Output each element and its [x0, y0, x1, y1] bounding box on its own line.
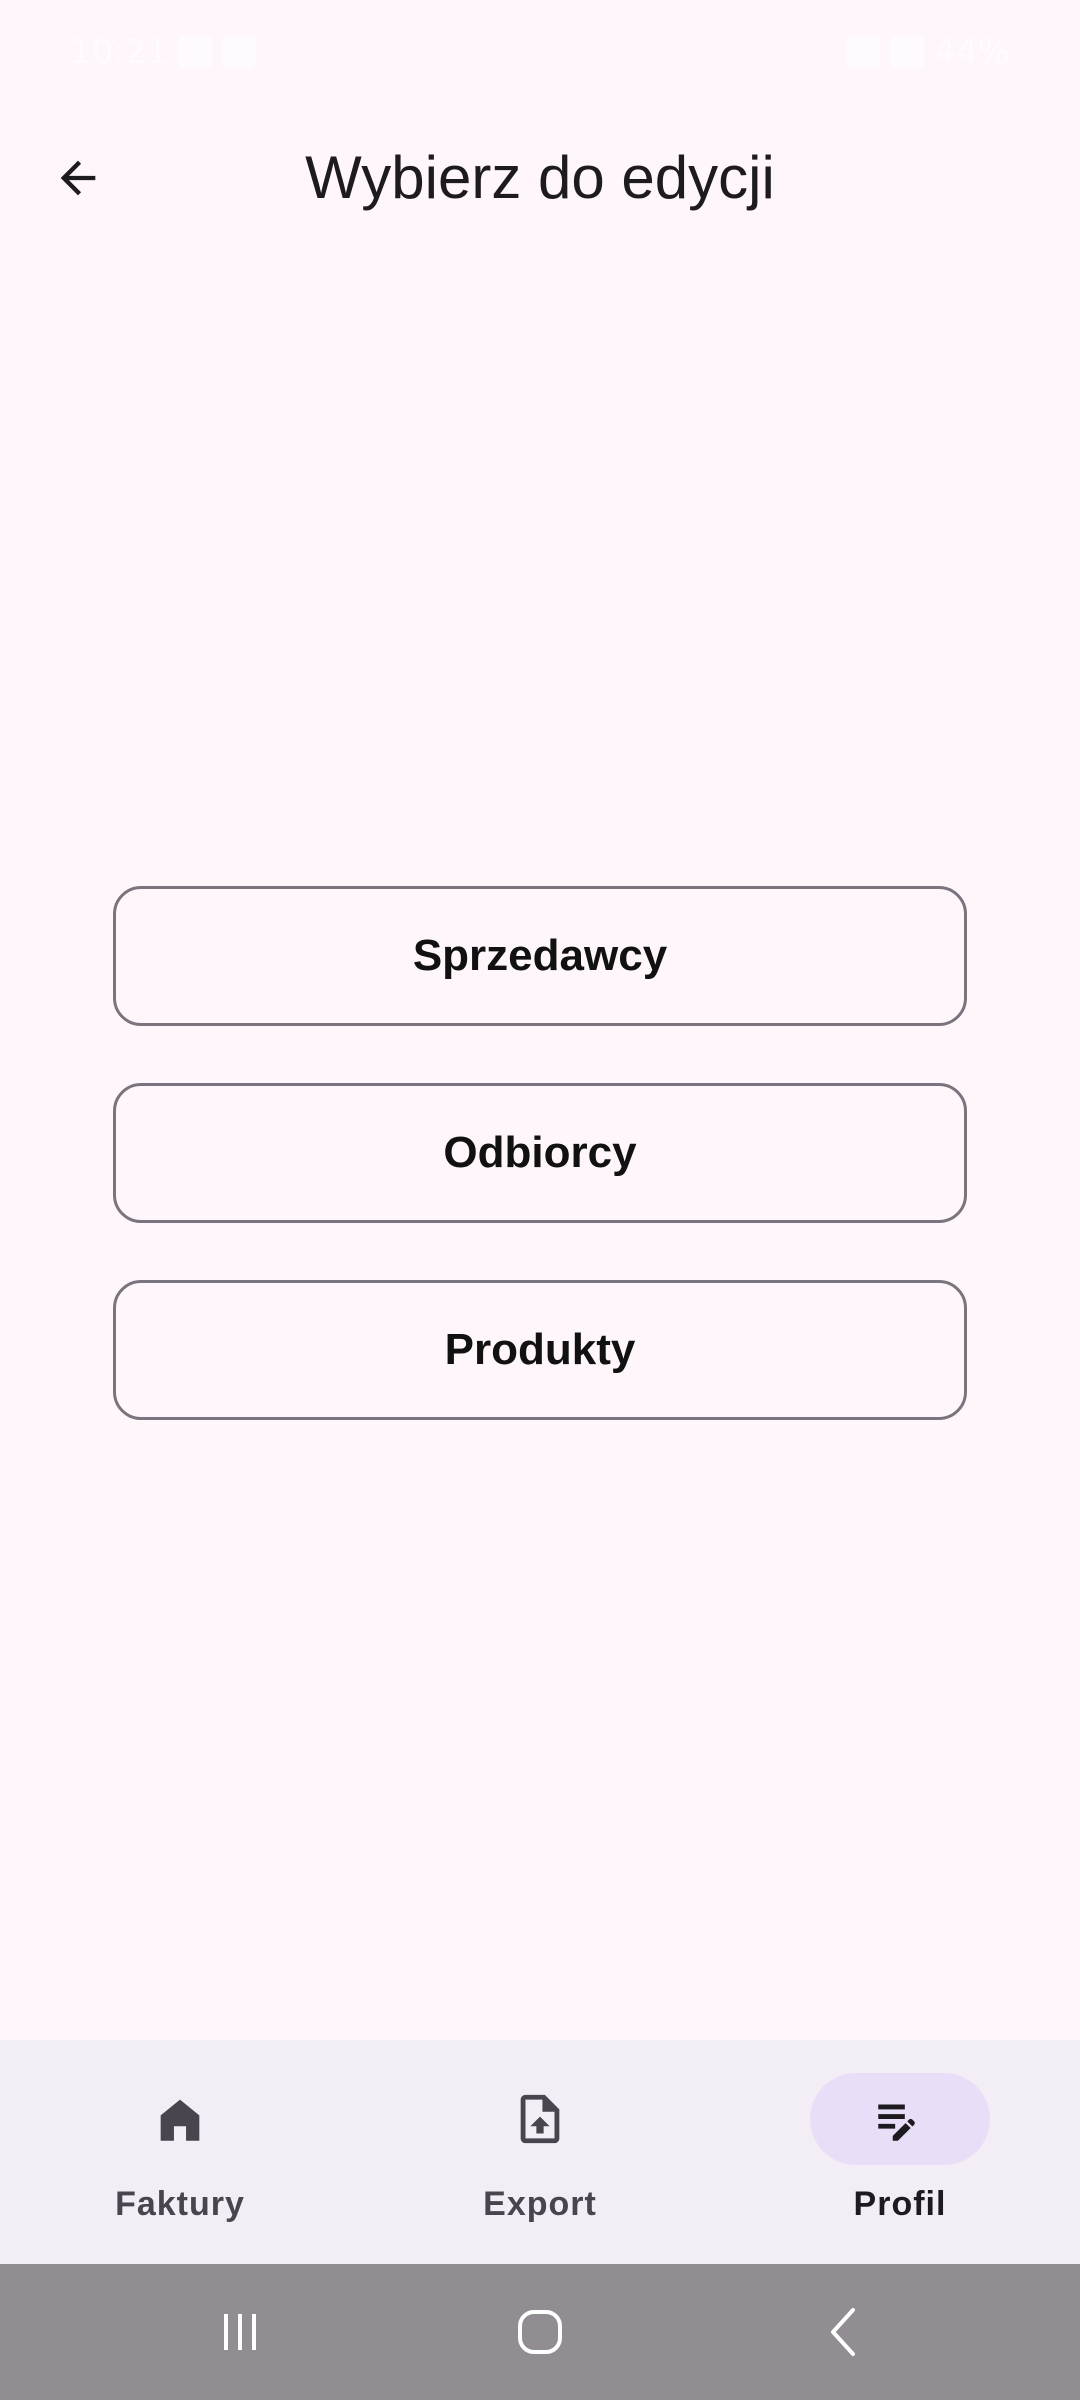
edit-options: Sprzedawcy Odbiorcy Produkty	[113, 886, 967, 1477]
nav-icon-container	[450, 2073, 630, 2165]
products-button[interactable]: Produkty	[113, 1280, 967, 1420]
recents-button[interactable]	[190, 2292, 290, 2372]
status-time: 10:21	[70, 32, 168, 72]
home-icon	[160, 2099, 200, 2141]
nav-label-profil: Profil	[853, 2185, 947, 2223]
bottom-navigation: Faktury Export Profil	[0, 2040, 1080, 2264]
screen: 10:21 44% Wybierz do edycji Sprzedawcy O…	[0, 0, 1080, 2400]
products-button-label: Produkty	[444, 1325, 636, 1374]
signal-icon	[890, 35, 925, 69]
system-navigation-bar	[0, 2264, 1080, 2400]
chevron-left-icon	[831, 2308, 855, 2356]
page-title: Wybierz do edycji	[305, 144, 775, 211]
top-app-bar: Wybierz do edycji	[0, 120, 1080, 236]
recipients-button[interactable]: Odbiorcy	[113, 1083, 967, 1223]
nav-icon-container	[90, 2073, 270, 2165]
status-left: 10:21	[70, 32, 256, 72]
edit-note-icon	[878, 2104, 915, 2141]
sellers-button[interactable]: Sprzedawcy	[113, 886, 967, 1026]
wifi-icon	[846, 35, 881, 69]
nav-active-indicator	[810, 2073, 990, 2165]
system-back-button[interactable]	[795, 2292, 895, 2372]
notification-icon	[221, 35, 256, 69]
nav-item-export[interactable]: Export	[360, 2073, 720, 2243]
nav-item-profil[interactable]: Profil	[720, 2073, 1080, 2243]
notification-icon	[177, 35, 212, 69]
nav-label-export: Export	[483, 2185, 597, 2223]
status-bar: 10:21 44%	[0, 0, 1080, 120]
sellers-button-label: Sprzedawcy	[412, 931, 668, 980]
status-right: 44%	[846, 32, 1010, 72]
file-upload-icon	[520, 2094, 560, 2144]
battery-level: 44%	[934, 32, 1010, 72]
nav-item-faktury[interactable]: Faktury	[0, 2073, 360, 2243]
home-circle-icon	[518, 2310, 562, 2354]
home-button[interactable]	[490, 2292, 590, 2372]
recipients-button-label: Odbiorcy	[443, 1128, 637, 1177]
recents-icon	[224, 2314, 256, 2350]
nav-label-faktury: Faktury	[115, 2185, 245, 2223]
